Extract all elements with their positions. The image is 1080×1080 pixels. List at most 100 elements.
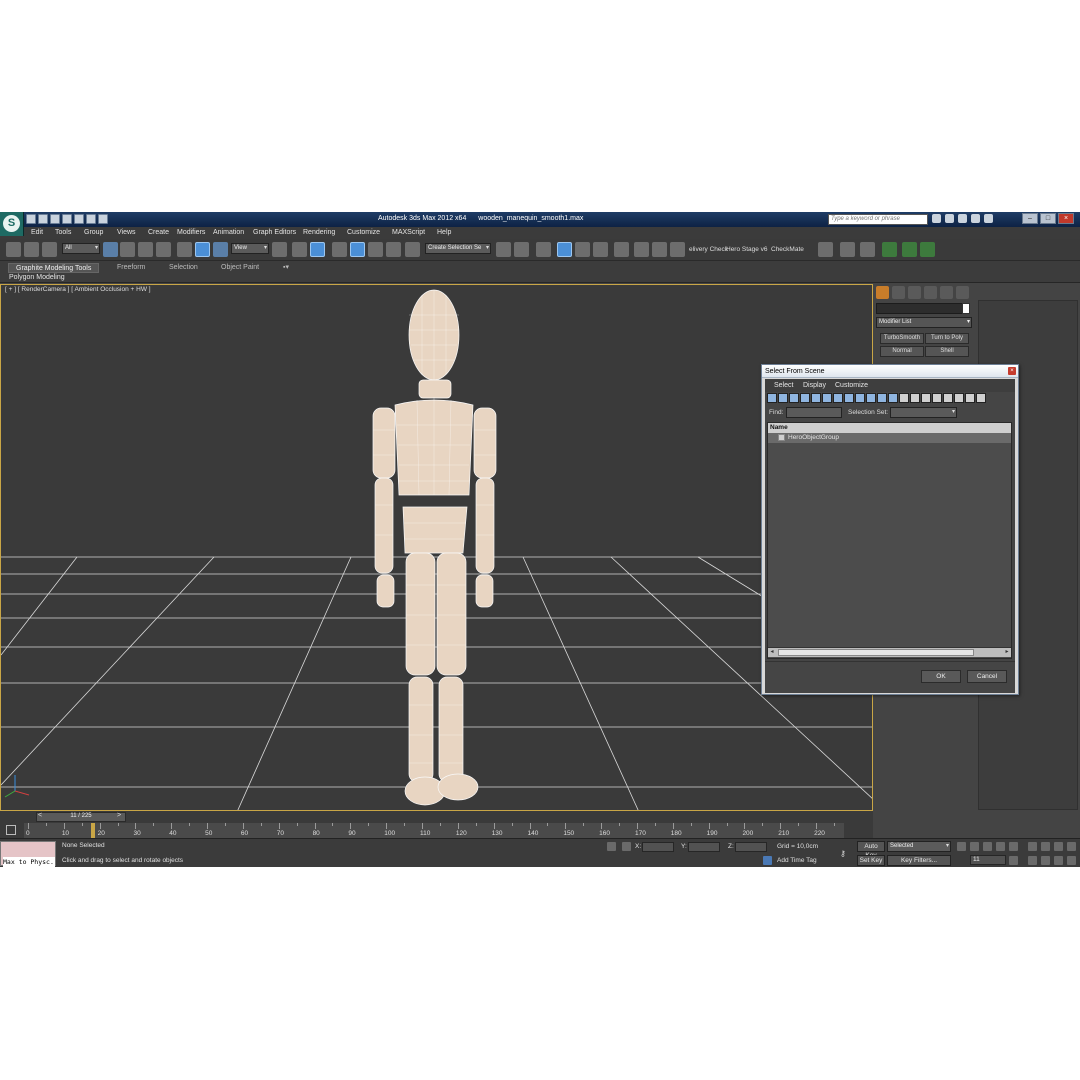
filter-xrefs-icon[interactable] [844, 393, 854, 403]
filter-groups-icon[interactable] [833, 393, 843, 403]
maxscript-mini-listener[interactable]: Max to Physc. [3, 857, 55, 867]
help-icon[interactable] [984, 214, 993, 223]
display-all-icon[interactable] [899, 393, 909, 403]
horizontal-scrollbar[interactable]: ◂ ▸ [768, 647, 1011, 657]
filter-geometry-icon[interactable] [767, 393, 777, 403]
menu-views[interactable]: Views [117, 229, 136, 236]
layer-manager-icon[interactable] [536, 242, 551, 257]
favorites-star-icon[interactable] [971, 214, 980, 223]
normal-button[interactable]: Normal [880, 346, 924, 357]
green-script-icon-2[interactable] [902, 242, 917, 257]
modifier-list-dropdown[interactable]: Modifier List [876, 317, 972, 328]
dialog-menu-customize[interactable]: Customize [835, 382, 868, 389]
close-button[interactable]: × [1058, 213, 1074, 224]
menu-maxscript[interactable]: MAXScript [392, 229, 425, 236]
rendered-frame-window-icon[interactable] [652, 242, 667, 257]
menu-edit[interactable]: Edit [31, 229, 43, 236]
graphite-toggle-icon[interactable] [557, 242, 572, 257]
menu-modifiers[interactable]: Modifiers [177, 229, 205, 236]
filter-icon[interactable] [965, 393, 975, 403]
next-frame-arrow[interactable]: > [117, 812, 121, 819]
create-tab-icon[interactable] [876, 286, 889, 299]
select-invert-icon[interactable] [954, 393, 964, 403]
new-file-icon[interactable] [26, 214, 36, 224]
maxscript-listener-box[interactable]: Max to Physc. [0, 841, 56, 867]
rotate-icon[interactable] [195, 242, 210, 257]
auto-key-button[interactable]: Auto Key [857, 841, 885, 859]
filter-frozen-icon[interactable] [877, 393, 887, 403]
time-slider[interactable]: < 11 / 225 > [0, 811, 873, 823]
open-file-icon[interactable] [38, 214, 48, 224]
next-frame-icon[interactable] [996, 842, 1005, 851]
menu-group[interactable]: Group [84, 229, 103, 236]
hold-icon[interactable] [86, 214, 96, 224]
move-icon[interactable] [177, 242, 192, 257]
dialog-menu-select[interactable]: Select [774, 382, 793, 389]
scene-object-list[interactable]: Name HeroObjectGroup ◂ ▸ [767, 422, 1012, 659]
undo-icon[interactable] [62, 214, 72, 224]
green-script-icon-3[interactable] [920, 242, 935, 257]
key-mode-dropdown[interactable]: Selected [887, 841, 951, 852]
filter-spacewarps-icon[interactable] [822, 393, 832, 403]
hero-stage-button[interactable]: Hero Stage v6 [726, 246, 768, 253]
turbosmooth-button[interactable]: TurboSmooth [880, 333, 924, 344]
filter-helpers-icon[interactable] [811, 393, 821, 403]
menu-customize[interactable]: Customize [347, 229, 380, 236]
tab-object-paint[interactable]: Object Paint [214, 263, 266, 273]
select-object-icon[interactable] [103, 242, 118, 257]
go-to-end-icon[interactable] [1009, 842, 1018, 851]
angle-snap-icon[interactable] [350, 242, 365, 257]
snaps-toggle-icon[interactable] [332, 242, 347, 257]
filter-shapes-icon[interactable] [778, 393, 788, 403]
polygon-modeling-panel[interactable]: Polygon Modeling [9, 274, 65, 281]
minimize-button[interactable]: – [1022, 213, 1038, 224]
play-icon[interactable] [983, 842, 992, 851]
delivery-check-button[interactable]: elivery Check [689, 246, 728, 253]
render-production-icon[interactable] [670, 242, 685, 257]
script-tool-icon-3[interactable] [860, 242, 875, 257]
name-column-header[interactable]: Name [768, 423, 1011, 433]
motion-tab-icon[interactable] [924, 286, 937, 299]
hierarchy-tab-icon[interactable] [908, 286, 921, 299]
subscription-icon[interactable] [945, 214, 954, 223]
viewport-label[interactable]: [ + ] [ RenderCamera ] [ Ambient Occlusi… [5, 286, 151, 293]
material-editor-icon[interactable] [614, 242, 629, 257]
window-crossing-icon[interactable] [156, 242, 171, 257]
communication-center-icon[interactable] [958, 214, 967, 223]
zoom-icon[interactable] [1028, 842, 1037, 851]
time-configuration-icon[interactable] [1009, 856, 1018, 865]
menu-rendering[interactable]: Rendering [303, 229, 335, 236]
display-invert-icon[interactable] [921, 393, 931, 403]
dialog-close-button[interactable]: × [1008, 367, 1016, 375]
menu-graph-editors[interactable]: Graph Editors [253, 229, 296, 236]
turn-to-poly-button[interactable]: Turn to Poly [925, 333, 969, 344]
save-file-icon[interactable] [50, 214, 60, 224]
green-script-icon-1[interactable] [882, 242, 897, 257]
filter-containers-icon[interactable] [866, 393, 876, 403]
zoom-all-icon[interactable] [1041, 842, 1050, 851]
zoom-extents-icon[interactable] [1028, 856, 1037, 865]
z-coordinate-field[interactable] [735, 842, 767, 852]
current-frame-field[interactable]: 11 [970, 855, 1006, 865]
list-item[interactable]: HeroObjectGroup [768, 433, 1011, 443]
pan-icon[interactable] [1054, 856, 1063, 865]
app-logo-button[interactable]: S [0, 212, 24, 236]
tab-selection[interactable]: Selection [162, 263, 205, 273]
field-of-view-icon[interactable] [1041, 856, 1050, 865]
current-frame-marker[interactable] [91, 823, 95, 838]
link-icon[interactable] [6, 242, 21, 257]
x-coordinate-field[interactable] [642, 842, 674, 852]
select-none-icon[interactable] [943, 393, 953, 403]
select-by-name-icon[interactable] [120, 242, 135, 257]
tab-freeform[interactable]: Freeform [110, 263, 152, 273]
filter-cameras-icon[interactable] [800, 393, 810, 403]
menu-help[interactable]: Help [437, 229, 451, 236]
select-manipulate-icon[interactable] [292, 242, 307, 257]
select-all-icon[interactable] [932, 393, 942, 403]
lock-selection-icon[interactable] [607, 842, 616, 851]
align-icon[interactable] [514, 242, 529, 257]
set-key-button[interactable]: Set Key [857, 855, 885, 866]
percent-snap-icon[interactable] [368, 242, 383, 257]
find-input[interactable] [786, 407, 842, 418]
edit-named-selection-icon[interactable] [405, 242, 420, 257]
